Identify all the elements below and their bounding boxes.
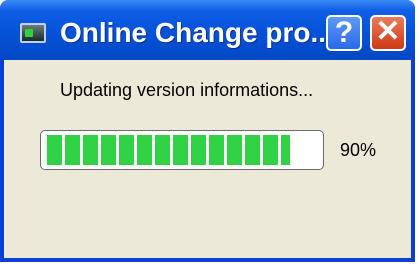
monitor-icon [20, 23, 46, 43]
progress-percent-label: 90% [340, 140, 377, 160]
title-bar[interactable]: Online Change pro... ? ✕ [0, 0, 415, 60]
dialog-window: Online Change pro... ? ✕ Updating versio… [0, 0, 415, 262]
help-button[interactable]: ? [326, 15, 362, 51]
window-title: Online Change pro... [60, 17, 334, 48]
progress-fill [47, 135, 290, 165]
close-button[interactable]: ✕ [370, 15, 406, 51]
status-message: Updating version informations... [60, 80, 314, 100]
progress-bar [40, 130, 324, 170]
dialog-body: Updating version informations... 90% [4, 60, 411, 258]
